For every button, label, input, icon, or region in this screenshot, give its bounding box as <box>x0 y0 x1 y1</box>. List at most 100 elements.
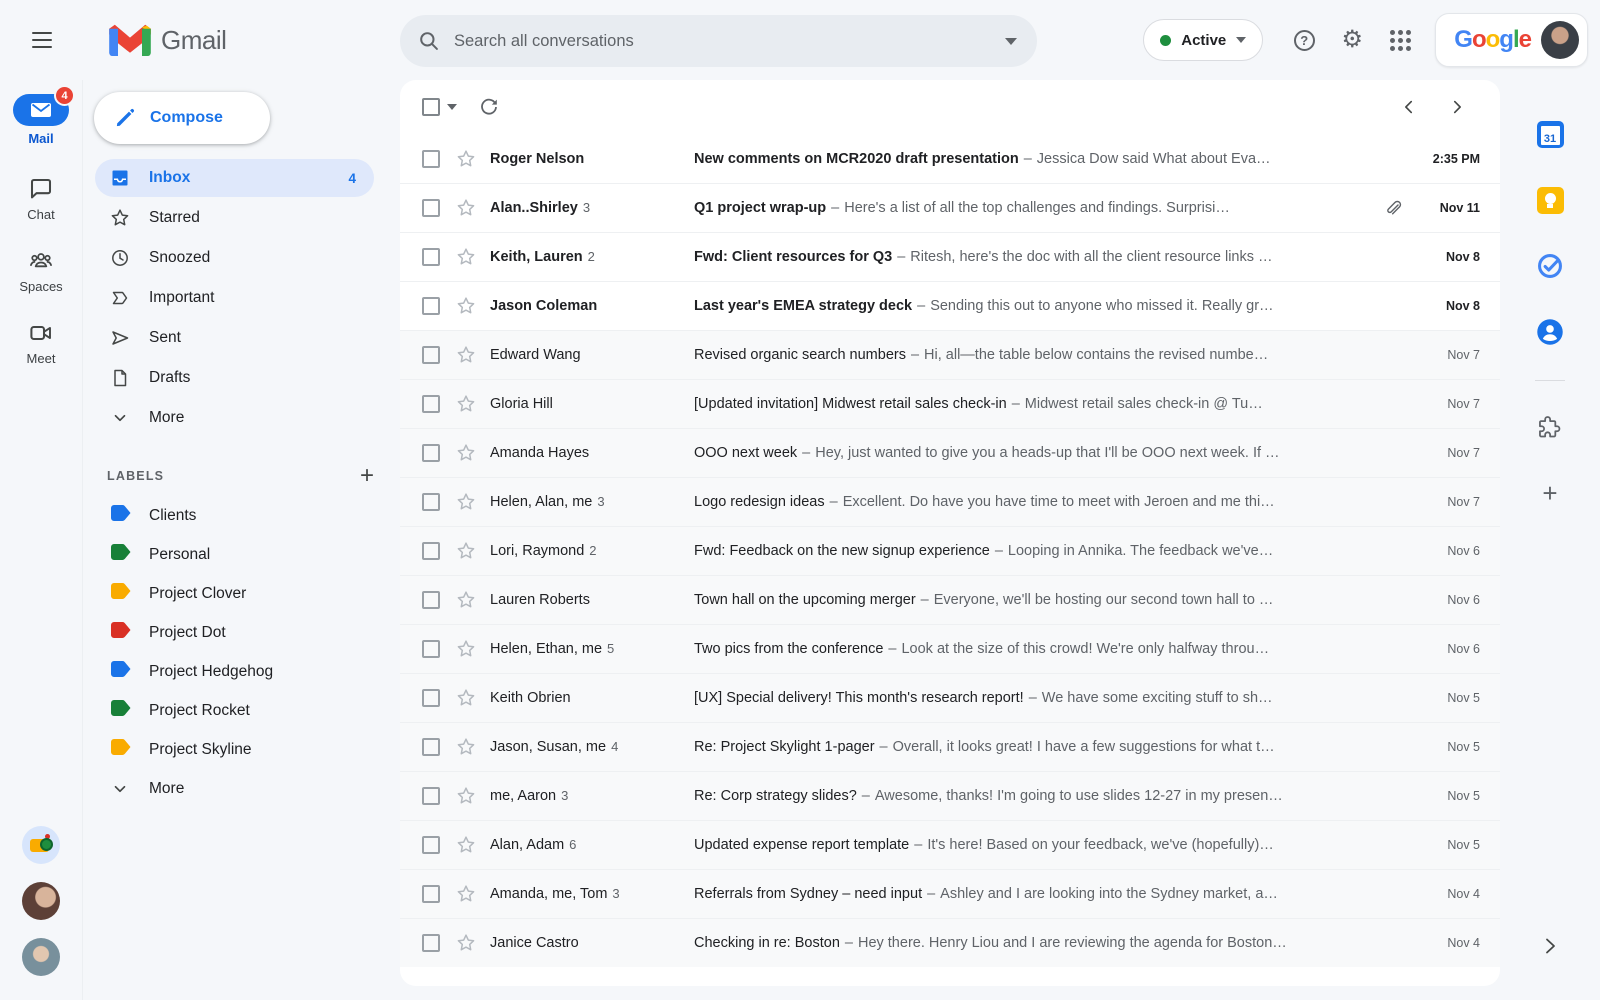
email-row[interactable]: Helen, Alan, me 3 Logo redesign ideas – Exc… <box>400 477 1500 526</box>
sidebar-item-starred[interactable]: Starred <box>95 199 374 237</box>
sidebar-label-item[interactable]: Project Hedgehog <box>95 652 374 691</box>
help-button[interactable]: ? <box>1283 19 1325 61</box>
rail-item-mail[interactable]: 4 Mail <box>13 85 75 146</box>
email-checkbox[interactable] <box>422 444 440 462</box>
sidebar-label-item[interactable]: Project Dot <box>95 613 374 652</box>
email-checkbox[interactable] <box>422 149 440 168</box>
email-row[interactable]: Helen, Ethan, me 5 Two pics from the conf… <box>400 624 1500 673</box>
sidebar-item-important[interactable]: Important <box>95 279 374 317</box>
star-icon[interactable] <box>456 296 476 316</box>
sidebar-item-inbox[interactable]: Inbox 4 <box>95 159 374 197</box>
star-icon[interactable] <box>456 394 476 414</box>
email-row[interactable]: me, Aaron 3 Re: Corp strategy slides? – Awe… <box>400 771 1500 820</box>
select-options-caret-icon[interactable] <box>447 104 457 110</box>
subject-snippet-separator: – <box>844 935 853 951</box>
star-icon[interactable] <box>456 149 476 169</box>
email-row[interactable]: Janice Castro Checking in re: Boston – Hey… <box>400 918 1500 967</box>
email-row[interactable]: Jason, Susan, me 4 Re: Project Skylight 1… <box>400 722 1500 771</box>
star-icon[interactable] <box>456 345 476 365</box>
calendar-button[interactable]: 31 <box>1530 114 1570 154</box>
email-checkbox[interactable] <box>422 199 440 217</box>
labels-more[interactable]: More <box>95 770 374 808</box>
email-date: Nov 5 <box>1447 838 1480 852</box>
sidebar-item-sent[interactable]: Sent <box>95 319 374 357</box>
email-row[interactable]: Amanda Hayes OOO next week – Hey, just wan… <box>400 428 1500 477</box>
star-icon[interactable] <box>456 541 476 561</box>
main-menu-button[interactable] <box>19 17 65 63</box>
add-label-button[interactable]: + <box>360 464 374 488</box>
rail-item-chat[interactable]: Chat <box>27 176 55 222</box>
email-checkbox[interactable] <box>422 591 440 609</box>
email-checkbox[interactable] <box>422 885 440 903</box>
refresh-button[interactable] <box>479 97 499 117</box>
sidebar-label-item[interactable]: Personal <box>95 535 374 574</box>
email-row[interactable]: Jason Coleman Last year's EMEA strategy … <box>400 281 1500 330</box>
email-row[interactable]: Alan, Adam 6 Updated expense report templ… <box>400 820 1500 869</box>
chat-avatar-woman[interactable] <box>22 882 60 920</box>
search-input[interactable]: Search all conversations <box>454 32 1005 51</box>
email-checkbox[interactable] <box>422 297 440 315</box>
sidebar-label-item[interactable]: Project Clover <box>95 574 374 613</box>
user-avatar[interactable] <box>1541 21 1579 59</box>
email-row[interactable]: Keith Obrien [UX] Special delivery! This… <box>400 673 1500 722</box>
star-icon[interactable] <box>456 835 476 855</box>
chat-avatar-man[interactable] <box>22 938 60 976</box>
email-checkbox[interactable] <box>422 787 440 805</box>
star-icon[interactable] <box>456 688 476 708</box>
google-account-card[interactable]: Google <box>1435 13 1588 67</box>
star-icon[interactable] <box>456 786 476 806</box>
sidebar-item-more[interactable]: More <box>95 399 374 437</box>
email-row[interactable]: Lauren Roberts Town hall on the upcoming… <box>400 575 1500 624</box>
email-checkbox[interactable] <box>422 689 440 707</box>
email-checkbox[interactable] <box>422 934 440 952</box>
email-checkbox[interactable] <box>422 395 440 413</box>
star-icon[interactable] <box>456 443 476 463</box>
star-icon[interactable] <box>456 884 476 904</box>
star-icon[interactable] <box>456 492 476 512</box>
email-row[interactable]: Alan..Shirley 3 Q1 project wrap-up – Here's… <box>400 183 1500 232</box>
star-icon[interactable] <box>456 639 476 659</box>
email-row[interactable]: Amanda, me, Tom 3 Referrals from Sydney –… <box>400 869 1500 918</box>
email-row[interactable]: Keith, Lauren 2 Fwd: Client resources for… <box>400 232 1500 281</box>
star-icon[interactable] <box>456 933 476 953</box>
star-icon[interactable] <box>456 198 476 218</box>
compose-button[interactable]: Compose <box>94 92 270 144</box>
star-icon[interactable] <box>456 247 476 267</box>
email-checkbox[interactable] <box>422 738 440 756</box>
email-row[interactable]: Lori, Raymond 2 Fwd: Feedback on the new … <box>400 526 1500 575</box>
email-row[interactable]: Edward Wang Revised organic search numbe… <box>400 330 1500 379</box>
keep-button[interactable] <box>1530 180 1570 220</box>
apps-launcher-button[interactable] <box>1379 19 1421 61</box>
rail-item-spaces[interactable]: Spaces <box>19 248 63 294</box>
email-checkbox[interactable] <box>422 493 440 511</box>
email-checkbox[interactable] <box>422 542 440 560</box>
status-selector[interactable]: Active <box>1143 19 1264 61</box>
select-all-checkbox[interactable] <box>422 98 440 116</box>
newer-page-button[interactable] <box>1400 98 1418 116</box>
email-sender: Lori, Raymond <box>490 543 585 559</box>
email-checkbox[interactable] <box>422 248 440 266</box>
star-icon[interactable] <box>456 590 476 610</box>
search-options-caret-icon[interactable] <box>1005 37 1017 45</box>
email-checkbox[interactable] <box>422 346 440 364</box>
star-icon[interactable] <box>456 737 476 757</box>
expand-panel-button[interactable] <box>1530 926 1570 966</box>
chat-avatar-camera[interactable] <box>22 826 60 864</box>
sidebar-label-item[interactable]: Project Skyline <box>95 730 374 769</box>
search-bar[interactable]: Search all conversations <box>400 15 1037 67</box>
addons-button[interactable] <box>1530 407 1570 447</box>
email-row[interactable]: Roger Nelson New comments on MCR2020 dra… <box>400 134 1500 183</box>
email-checkbox[interactable] <box>422 640 440 658</box>
settings-button[interactable]: ⚙︎ <box>1331 19 1373 61</box>
email-row[interactable]: Gloria Hill [Updated invitation] Midwest… <box>400 379 1500 428</box>
add-panel-button[interactable]: + <box>1530 473 1570 513</box>
tasks-button[interactable] <box>1530 246 1570 286</box>
sidebar-item-drafts[interactable]: Drafts <box>95 359 374 397</box>
email-checkbox[interactable] <box>422 836 440 854</box>
sidebar-label-item[interactable]: Project Rocket <box>95 691 374 730</box>
rail-item-meet[interactable]: Meet <box>27 320 55 366</box>
contacts-button[interactable] <box>1530 312 1570 352</box>
sidebar-label-item[interactable]: Clients <box>95 496 374 535</box>
sidebar-item-snoozed[interactable]: Snoozed <box>95 239 374 277</box>
older-page-button[interactable] <box>1448 98 1466 116</box>
